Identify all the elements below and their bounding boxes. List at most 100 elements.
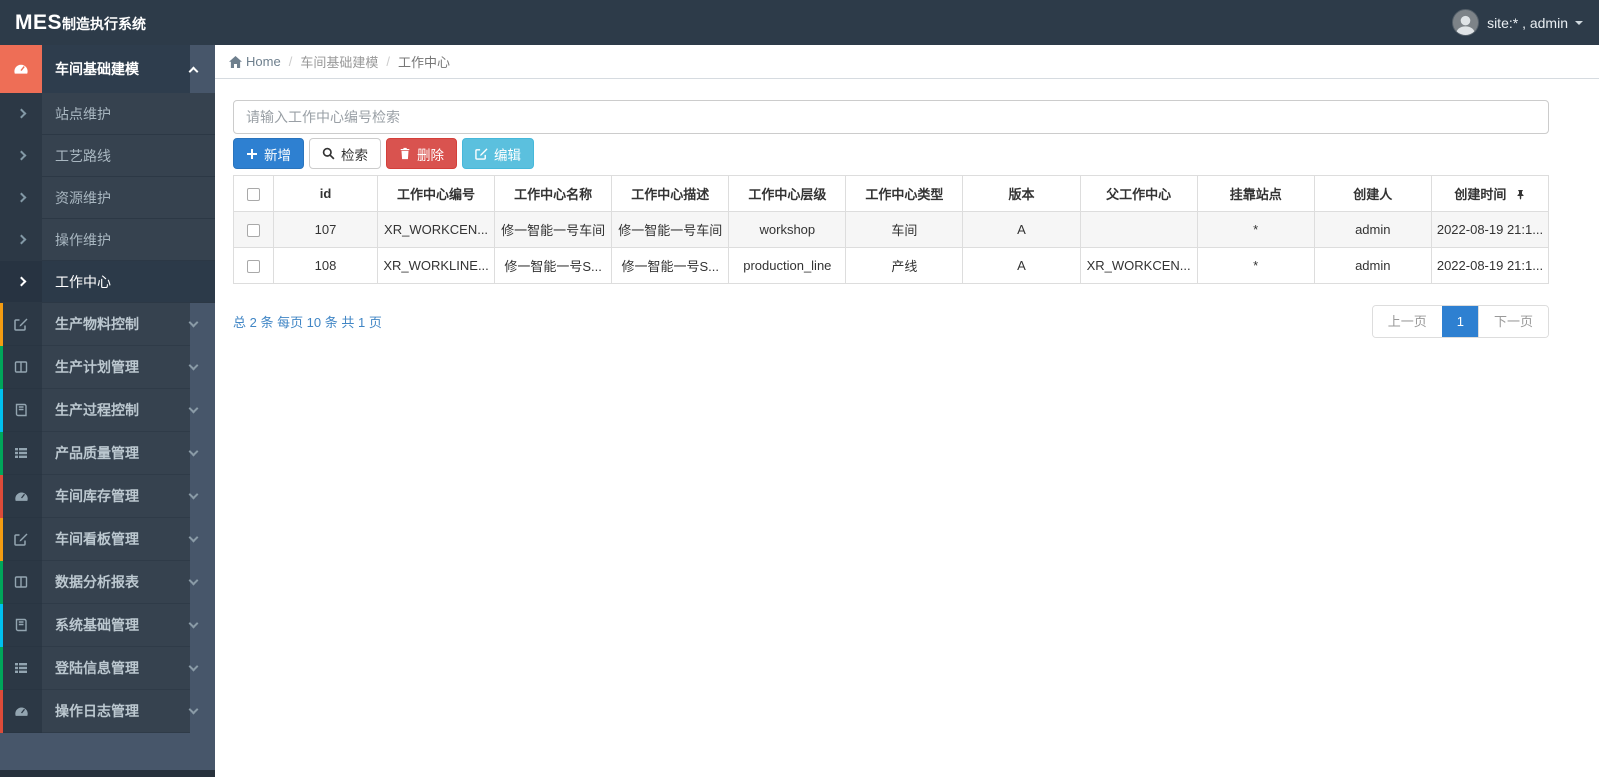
avatar: [1452, 9, 1480, 36]
home-icon: [229, 55, 242, 68]
next-page-button[interactable]: 下一页: [1477, 306, 1548, 337]
dashboard-icon: [14, 492, 28, 501]
sidebar: 车间基础建模 站点维护 工艺路线 资源维护 操作维护 工作中心 生产物料控制 生…: [0, 45, 215, 777]
cell-work-center-name: 修一智能一号S...: [494, 247, 613, 284]
content: 新增 检索 删除 编辑: [215, 79, 1599, 338]
cell-work-center-name: 修一智能一号车间: [494, 211, 613, 248]
sidebar-group-label: 车间基础建模: [42, 45, 190, 93]
sidebar-item-label: 资源维护: [42, 177, 215, 219]
sidebar-item-site-maintenance[interactable]: 站点维护: [0, 93, 215, 135]
column-header-work-center-type[interactable]: 工作中心类型: [845, 175, 964, 212]
item-color-strip: [0, 475, 3, 518]
cell-work-center-code: XR_WORKLINE...: [376, 247, 496, 284]
table-row[interactable]: 107 XR_WORKCEN... 修一智能一号车间 修一智能一号车间 work…: [233, 211, 1550, 248]
chevron-down-icon: [188, 704, 199, 715]
chevron-down-icon: [188, 489, 199, 500]
delete-button[interactable]: 删除: [386, 138, 457, 169]
sidebar-item-process-route[interactable]: 工艺路线: [0, 135, 215, 177]
cell-work-center-desc: 修一智能一号S...: [611, 247, 730, 284]
cell-create-time: 2022-08-19 21:1...: [1430, 247, 1550, 284]
sidebar-item-label: 车间看板管理: [42, 518, 190, 561]
trash-icon: [400, 147, 410, 160]
pagination: 总 2 条 每页 10 条 共 1 页 上一页 1 下一页: [233, 305, 1549, 338]
add-button[interactable]: 新增: [233, 138, 304, 169]
chevron-right-icon: [16, 234, 26, 245]
table-row[interactable]: 108 XR_WORKLINE... 修一智能一号S... 修一智能一号S...…: [233, 247, 1550, 284]
work-center-search-input[interactable]: [233, 100, 1549, 134]
prev-page-button[interactable]: 上一页: [1372, 306, 1442, 337]
cell-id: 107: [273, 211, 378, 248]
chevron-down-icon: [188, 618, 199, 629]
sidebar-item-login-info-management[interactable]: 登陆信息管理: [0, 647, 215, 690]
column-header-work-center-name[interactable]: 工作中心名称: [494, 175, 613, 212]
chevron-up-icon: [188, 66, 199, 77]
select-all-checkbox[interactable]: [247, 188, 260, 202]
list-icon: [15, 663, 27, 673]
item-color-strip: [0, 346, 3, 389]
sidebar-item-production-plan-management[interactable]: 生产计划管理: [0, 346, 215, 389]
page-1-button[interactable]: 1: [1441, 306, 1478, 337]
breadcrumb: Home / 车间基础建模 / 工作中心: [215, 45, 1599, 79]
chevron-down-icon: [188, 360, 199, 371]
book-icon: [15, 403, 27, 417]
cell-work-center-level: workshop: [728, 211, 847, 248]
cell-parent-work-center: [1079, 211, 1198, 248]
sidebar-item-workshop-inventory-management[interactable]: 车间库存管理: [0, 475, 215, 518]
person-icon: [1455, 15, 1476, 35]
sidebar-item-label: 生产过程控制: [42, 389, 190, 432]
app-logo[interactable]: MES 制造执行系统: [0, 11, 146, 35]
search-button[interactable]: 检索: [309, 138, 381, 169]
sidebar-item-label: 站点维护: [42, 93, 215, 135]
sidebar-item-product-quality-management[interactable]: 产品质量管理: [0, 432, 215, 475]
work-center-table: id 工作中心编号 工作中心名称 工作中心描述 工作中心层级 工作中心类型 版本…: [233, 175, 1550, 284]
column-header-id[interactable]: id: [273, 175, 378, 212]
sidebar-item-resource-maintenance[interactable]: 资源维护: [0, 177, 215, 219]
cell-parent-work-center: XR_WORKCEN...: [1079, 247, 1198, 284]
breadcrumb-home-link[interactable]: Home: [229, 54, 281, 69]
chevron-right-icon: [16, 192, 26, 203]
item-color-strip: [0, 561, 3, 604]
sidebar-item-operation-maintenance[interactable]: 操作维护: [0, 219, 215, 261]
sidebar-item-work-center[interactable]: 工作中心: [0, 261, 215, 303]
cell-attached-site: *: [1196, 247, 1315, 284]
cell-work-center-level: production_line: [728, 247, 847, 284]
column-header-work-center-level[interactable]: 工作中心层级: [728, 175, 847, 212]
cell-work-center-desc: 修一智能一号车间: [611, 211, 730, 248]
sidebar-item-system-basic-management[interactable]: 系统基础管理: [0, 604, 215, 647]
sidebar-bottom-strip: [0, 770, 215, 777]
chevron-down-icon: [188, 661, 199, 672]
cell-version: A: [962, 211, 1081, 248]
column-header-version[interactable]: 版本: [962, 175, 1081, 212]
sidebar-item-workshop-kanban-management[interactable]: 车间看板管理: [0, 518, 215, 561]
app-logo-bold: MES: [15, 10, 63, 34]
chevron-right-icon: [16, 276, 26, 287]
topbar: MES 制造执行系统 site:* , admin: [0, 0, 1599, 45]
sidebar-item-operation-log-management[interactable]: 操作日志管理: [0, 690, 215, 733]
sidebar-item-production-process-control[interactable]: 生产过程控制: [0, 389, 215, 432]
sidebar-item-label: 车间库存管理: [42, 475, 190, 518]
sidebar-item-data-analysis-reports[interactable]: 数据分析报表: [0, 561, 215, 604]
column-header-creator[interactable]: 创建人: [1313, 175, 1432, 212]
column-header-parent-work-center[interactable]: 父工作中心: [1079, 175, 1198, 212]
item-color-strip: [0, 647, 3, 690]
sidebar-item-label: 生产计划管理: [42, 346, 190, 389]
cell-create-time: 2022-08-19 21:1...: [1430, 211, 1550, 248]
column-header-work-center-code[interactable]: 工作中心编号: [376, 175, 496, 212]
sidebar-item-production-material-control[interactable]: 生产物料控制: [0, 303, 215, 346]
cell-version: A: [962, 247, 1081, 284]
sidebar-item-label: 操作维护: [42, 219, 215, 261]
user-menu[interactable]: site:* , admin: [1452, 9, 1599, 36]
edit-button[interactable]: 编辑: [462, 138, 534, 169]
column-header-attached-site[interactable]: 挂靠站点: [1196, 175, 1315, 212]
sidebar-group-workshop-basic-modeling[interactable]: 车间基础建模: [0, 45, 215, 93]
column-header-create-time[interactable]: 创建时间: [1430, 175, 1550, 212]
sidebar-item-label: 登陆信息管理: [42, 647, 190, 690]
chevron-down-icon: [188, 446, 199, 457]
sidebar-item-label: 工作中心: [42, 261, 215, 303]
row-checkbox[interactable]: [247, 260, 260, 274]
breadcrumb-level1: 车间基础建模: [300, 55, 379, 70]
column-header-work-center-desc[interactable]: 工作中心描述: [611, 175, 730, 212]
book-icon: [15, 618, 27, 632]
row-checkbox[interactable]: [247, 224, 260, 238]
sidebar-item-label: 系统基础管理: [42, 604, 190, 647]
